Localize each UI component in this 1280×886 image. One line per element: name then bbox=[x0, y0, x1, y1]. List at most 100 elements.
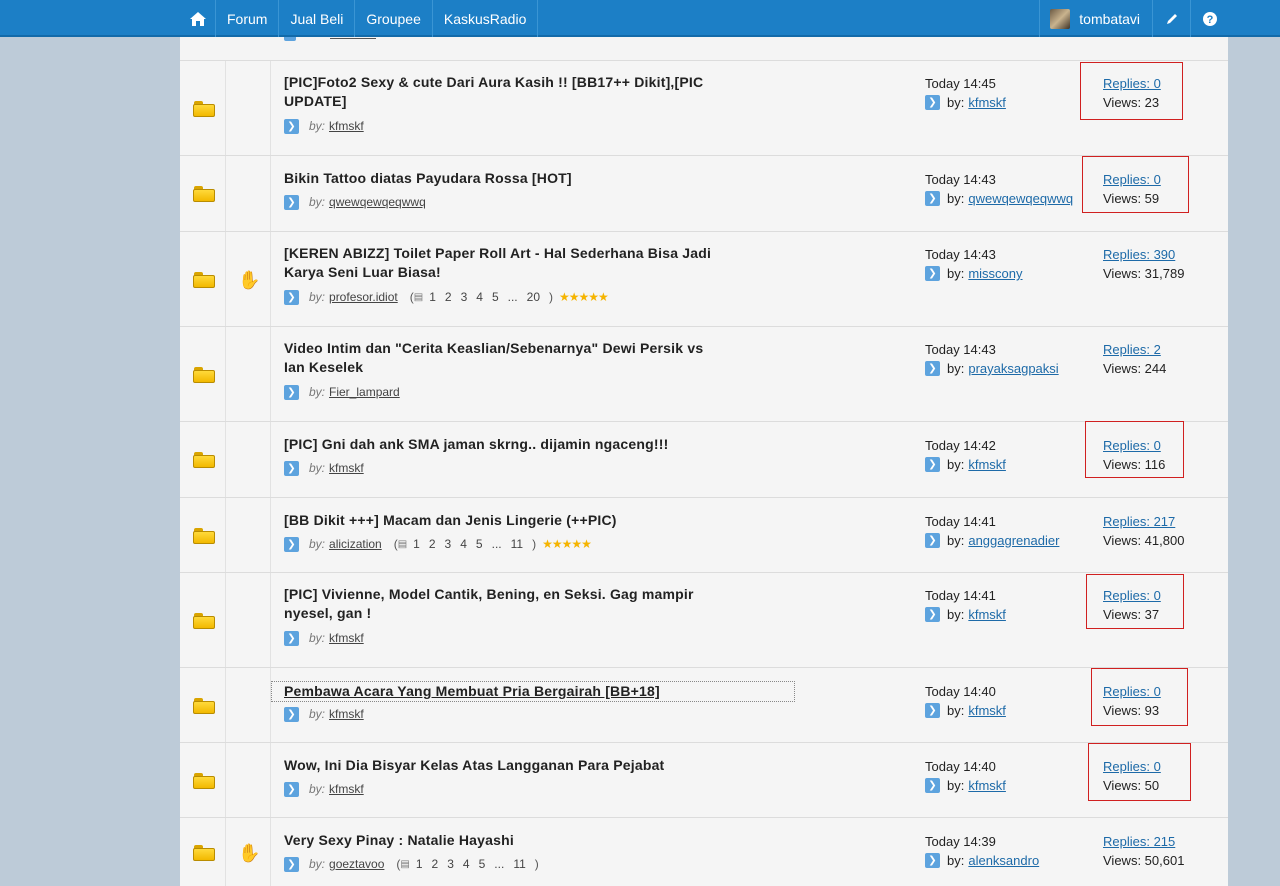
by-label: by: bbox=[947, 607, 965, 622]
author-link[interactable]: Fier_lampard bbox=[329, 385, 400, 399]
page-link[interactable]: 20 bbox=[527, 290, 540, 304]
last-post-time: Today 14:43 bbox=[925, 247, 996, 262]
last-poster-link[interactable]: alenksandro bbox=[968, 851, 1039, 870]
page-link[interactable]: 1 bbox=[416, 857, 423, 871]
first-post-icon[interactable]: ❯ bbox=[284, 194, 299, 210]
go-to-last-post-icon[interactable]: ❯ bbox=[925, 853, 940, 868]
page-link[interactable]: 2 bbox=[445, 290, 452, 304]
highlight-box bbox=[1088, 743, 1191, 801]
first-post-icon[interactable]: ❯ bbox=[284, 706, 299, 722]
page-link[interactable]: 4 bbox=[460, 537, 467, 551]
replies-link[interactable]: Replies: 215 bbox=[1103, 832, 1213, 851]
last-post-time: Today 14:42 bbox=[925, 438, 996, 453]
page-link[interactable]: 3 bbox=[447, 857, 454, 871]
page-link[interactable]: 4 bbox=[463, 857, 470, 871]
thread-title-line: [PIC]Foto2 Sexy & cute Dari Aura Kasih !… bbox=[284, 74, 704, 90]
nav-groupee[interactable]: Groupee bbox=[355, 0, 433, 37]
first-post-icon[interactable]: ❯ bbox=[284, 384, 299, 400]
author-link[interactable]: goeztavoo bbox=[329, 857, 384, 871]
go-to-last-post-icon[interactable]: ❯ bbox=[925, 703, 940, 718]
page-link[interactable]: 5 bbox=[476, 537, 483, 551]
folder-icon bbox=[193, 845, 215, 861]
thread-title[interactable]: Very Sexy Pinay : Natalie Hayashi bbox=[284, 831, 774, 850]
home-icon bbox=[189, 11, 206, 26]
column-divider bbox=[225, 818, 226, 886]
thread-title[interactable]: [PIC] Gni dah ank SMA jaman skrng.. dija… bbox=[284, 435, 774, 454]
author-link[interactable]: kfmskf bbox=[329, 707, 364, 721]
page-link[interactable]: 4 bbox=[476, 290, 483, 304]
edit-button[interactable] bbox=[1152, 0, 1190, 37]
first-post-icon[interactable]: ❯ bbox=[284, 460, 299, 476]
go-to-last-post-icon[interactable]: ❯ bbox=[925, 778, 940, 793]
last-poster-link[interactable]: kfmskf bbox=[968, 701, 1006, 720]
replies-link[interactable]: Replies: 2 bbox=[1103, 340, 1213, 359]
last-poster-link[interactable]: qwewqewqeqwwq bbox=[968, 189, 1073, 208]
page-link[interactable]: 2 bbox=[432, 857, 439, 871]
last-poster-link[interactable]: kfmskf bbox=[968, 776, 1006, 795]
last-poster-link[interactable]: kfmskf bbox=[968, 93, 1006, 112]
thread-title[interactable]: Pembawa Acara Yang Membuat Pria Bergaira… bbox=[271, 681, 795, 702]
go-to-last-post-icon[interactable]: ❯ bbox=[925, 607, 940, 622]
thread-title[interactable]: Wow, Ini Dia Bisyar Kelas Atas Langganan… bbox=[284, 756, 774, 775]
page-link[interactable]: 3 bbox=[461, 290, 468, 304]
first-post-icon[interactable]: ❯ bbox=[284, 856, 299, 872]
last-poster-link[interactable]: kfmskf bbox=[968, 455, 1006, 474]
author-link[interactable]: kfmskf bbox=[329, 631, 364, 645]
thread-title[interactable]: Video Intim dan "Cerita Keaslian/Sebenar… bbox=[284, 339, 774, 377]
username: tombatavi bbox=[1079, 10, 1140, 27]
user-menu[interactable]: tombatavi bbox=[1039, 0, 1152, 37]
go-to-last-post-icon[interactable]: ❯ bbox=[925, 533, 940, 548]
page-link[interactable]: 5 bbox=[492, 290, 499, 304]
column-divider bbox=[270, 422, 271, 497]
author-link[interactable]: kfmskf bbox=[329, 119, 364, 133]
go-to-last-post-icon[interactable]: ❯ bbox=[925, 95, 940, 110]
first-post-icon[interactable]: ❯ bbox=[284, 536, 299, 552]
thread-title[interactable]: [BB Dikit +++] Macam dan Jenis Lingerie … bbox=[284, 511, 774, 530]
by-label: by: bbox=[309, 631, 326, 645]
page-link[interactable]: 11 bbox=[511, 537, 523, 551]
last-poster-link[interactable]: prayaksagpaksi bbox=[968, 359, 1058, 378]
go-to-last-post-icon[interactable]: ❯ bbox=[925, 361, 940, 376]
help-button[interactable]: ? bbox=[1190, 0, 1228, 37]
author-link[interactable]: kfmskf bbox=[329, 461, 364, 475]
author-link[interactable]: profesor.idiot bbox=[329, 290, 398, 304]
author-link[interactable]: qwewqewqeqwwq bbox=[329, 195, 426, 209]
table-row: Bikin Tattoo diatas Payudara Rossa [HOT]… bbox=[180, 156, 1228, 232]
go-to-last-post-icon[interactable]: ❯ bbox=[925, 266, 940, 281]
last-poster-link[interactable]: kfmskf bbox=[968, 605, 1006, 624]
last-post: Today 14:45 ❯ by: kfmskf bbox=[925, 74, 1085, 112]
folder-icon bbox=[193, 698, 215, 714]
nav-jual-beli[interactable]: Jual Beli bbox=[279, 0, 356, 37]
nav-forum[interactable]: Forum bbox=[216, 0, 280, 37]
go-to-last-post-icon[interactable]: ❯ bbox=[925, 191, 940, 206]
last-poster-link[interactable]: anggagrenadier bbox=[968, 531, 1059, 550]
thread-title[interactable]: [KEREN ABIZZ] Toilet Paper Roll Art - Ha… bbox=[284, 244, 774, 282]
by-label: by: bbox=[309, 119, 326, 133]
last-poster-link[interactable]: misscony bbox=[968, 264, 1022, 283]
last-post-time: Today 14:41 bbox=[925, 514, 996, 529]
folder-icon bbox=[193, 101, 215, 117]
replies-link[interactable]: Replies: 217 bbox=[1103, 512, 1213, 531]
nav-kaskus-radio[interactable]: KaskusRadio bbox=[433, 0, 539, 37]
page-link[interactable]: 11 bbox=[513, 857, 525, 871]
first-post-icon[interactable]: ❯ bbox=[284, 118, 299, 134]
page-link[interactable]: 1 bbox=[429, 290, 436, 304]
first-post-icon[interactable]: ❯ bbox=[284, 630, 299, 646]
replies-link[interactable]: Replies: 390 bbox=[1103, 245, 1213, 264]
go-to-last-post-icon[interactable]: ❯ bbox=[925, 457, 940, 472]
home-button[interactable] bbox=[180, 0, 216, 37]
folder-icon bbox=[193, 528, 215, 544]
first-post-icon[interactable]: ❯ bbox=[284, 289, 299, 305]
author-link[interactable]: alicization bbox=[329, 537, 382, 551]
page-link[interactable]: 1 bbox=[413, 537, 420, 551]
page-link[interactable]: 5 bbox=[479, 857, 486, 871]
page-link[interactable]: 2 bbox=[429, 537, 436, 551]
author-link[interactable] bbox=[330, 37, 376, 39]
thread-title[interactable]: [PIC] Vivienne, Model Cantik, Bening, en… bbox=[284, 585, 774, 623]
thread-title[interactable]: [PIC]Foto2 Sexy & cute Dari Aura Kasih !… bbox=[284, 73, 774, 111]
thread-title[interactable]: Bikin Tattoo diatas Payudara Rossa [HOT] bbox=[284, 169, 774, 188]
by-label: by: bbox=[947, 95, 965, 110]
page-link[interactable]: 3 bbox=[445, 537, 452, 551]
first-post-icon[interactable]: ❯ bbox=[284, 781, 299, 797]
author-link[interactable]: kfmskf bbox=[329, 782, 364, 796]
